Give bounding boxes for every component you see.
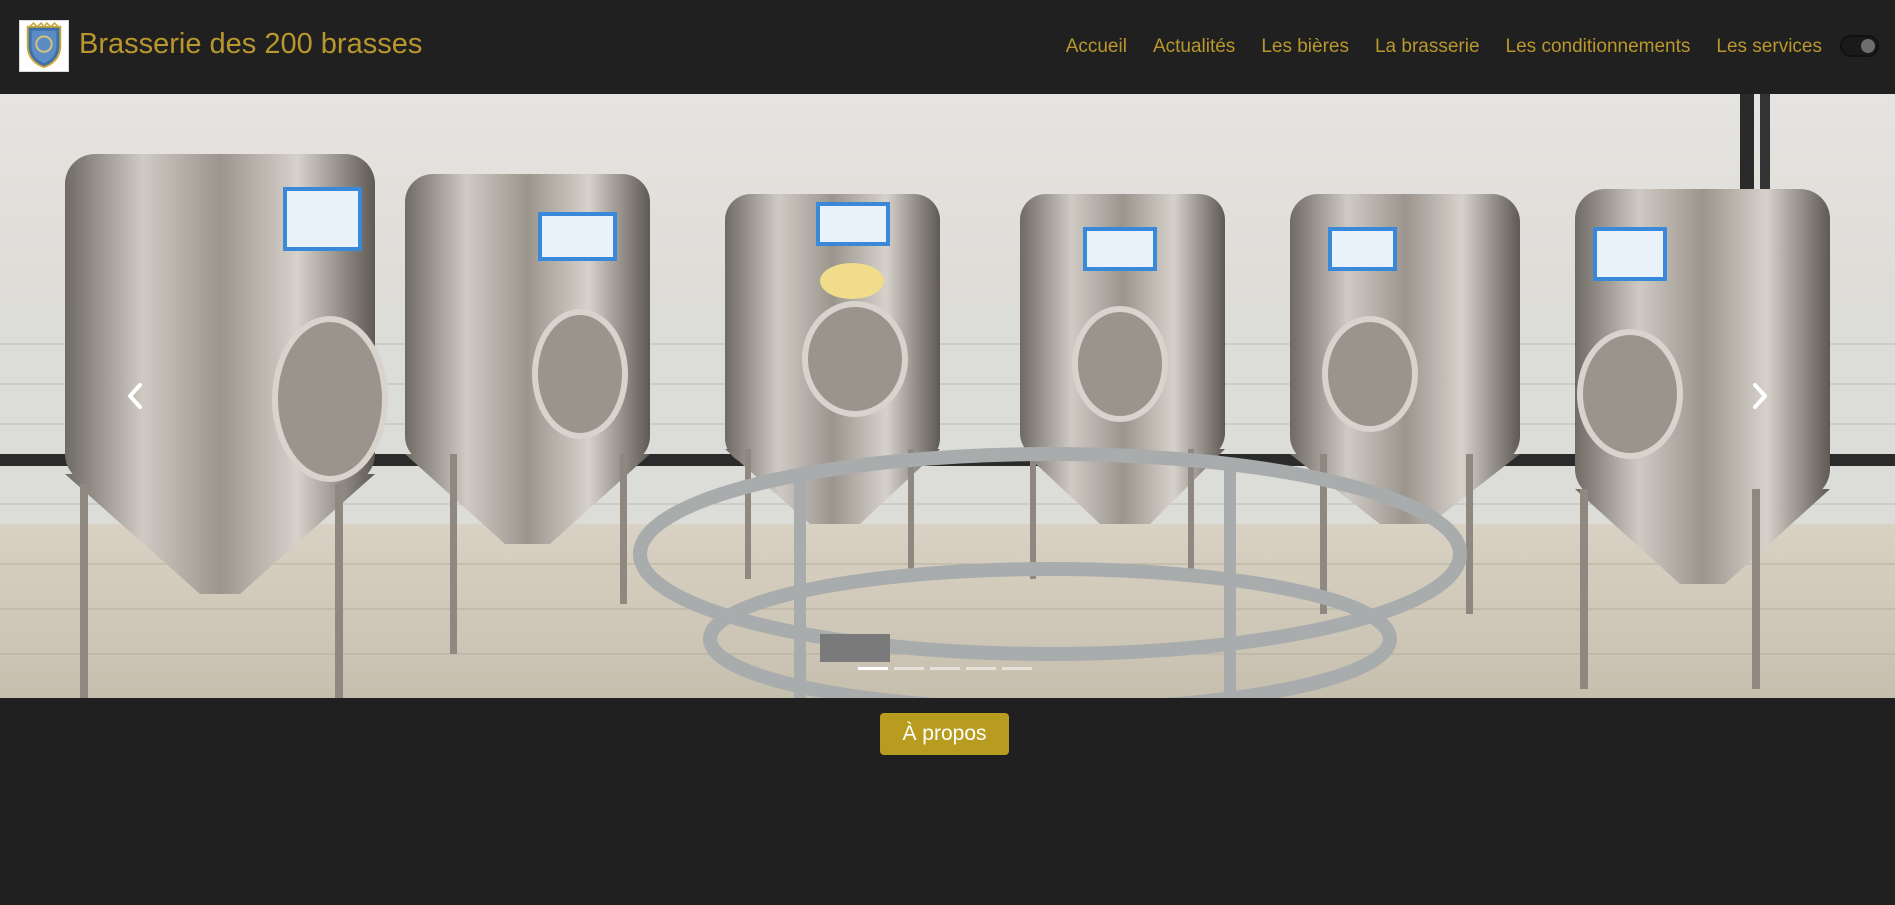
carousel-indicator-5[interactable] xyxy=(1002,667,1032,670)
nav-link-la-brasserie[interactable]: La brasserie xyxy=(1375,34,1480,60)
carousel-next-button[interactable] xyxy=(1625,94,1895,698)
brewery-tanks-image xyxy=(0,94,1895,698)
carousel-indicator-4[interactable] xyxy=(966,667,996,670)
toggle-knob xyxy=(1861,39,1875,53)
chevron-right-icon xyxy=(1753,383,1767,409)
chevron-left-icon xyxy=(128,383,142,409)
carousel-indicators xyxy=(858,667,1032,670)
nav-link-les-services[interactable]: Les services xyxy=(1716,34,1822,60)
carousel-prev-button[interactable] xyxy=(0,94,270,698)
brewery-logo-icon[interactable] xyxy=(19,20,69,72)
nav-link-les-conditionnements[interactable]: Les conditionnements xyxy=(1506,34,1691,60)
image-carousel xyxy=(0,94,1895,698)
carousel-indicator-1[interactable] xyxy=(858,667,888,670)
carousel-indicator-2[interactable] xyxy=(894,667,924,670)
nav-link-accueil[interactable]: Accueil xyxy=(1066,34,1127,60)
about-button[interactable]: À propos xyxy=(880,713,1009,755)
brand-name-link[interactable]: Brasserie des 200 brasses xyxy=(79,26,422,62)
main-nav: Accueil Actualités Les bières La brasser… xyxy=(1066,34,1822,60)
nav-link-actualites[interactable]: Actualités xyxy=(1153,34,1235,60)
dark-mode-toggle[interactable] xyxy=(1840,35,1879,57)
nav-link-les-bieres[interactable]: Les bières xyxy=(1261,34,1349,60)
navbar: Brasserie des 200 brasses Accueil Actual… xyxy=(0,0,1895,94)
carousel-indicator-3[interactable] xyxy=(930,667,960,670)
